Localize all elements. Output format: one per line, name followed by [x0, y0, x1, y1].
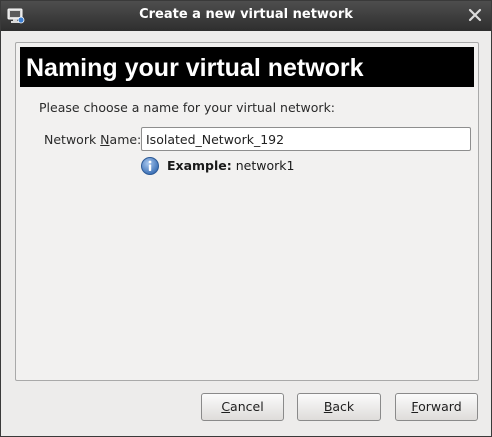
name-example-hint: Example: network1 [167, 158, 294, 173]
forward-label: orward [418, 399, 462, 414]
network-name-label-pre: Network [44, 132, 101, 147]
dialog-window: Create a new virtual network Naming your… [0, 0, 492, 437]
network-name-label-post: ame: [109, 132, 142, 147]
cancel-button[interactable]: Cancel [201, 393, 284, 421]
forward-button[interactable]: Forward [395, 393, 478, 421]
content-panel: Naming your virtual network Please choos… [15, 42, 479, 381]
page-title: Naming your virtual network [26, 54, 364, 82]
title-bar[interactable]: Create a new virtual network [1, 1, 491, 31]
network-name-input[interactable] [141, 127, 471, 151]
example-label: Example: [167, 158, 232, 173]
window-title: Create a new virtual network [139, 7, 353, 22]
back-label: ack [332, 399, 355, 414]
name-prompt: Please choose a name for your virtual ne… [39, 100, 336, 115]
page-header: Naming your virtual network [20, 47, 474, 87]
cancel-label: ancel [230, 399, 264, 414]
cancel-mnemonic: C [221, 399, 231, 414]
close-icon[interactable] [467, 7, 483, 23]
network-name-label: Network Name: [44, 132, 141, 147]
back-button[interactable]: Back [297, 393, 381, 421]
network-name-label-mnemonic: N [100, 132, 110, 147]
info-icon [140, 156, 160, 176]
example-value: network1 [231, 158, 295, 173]
